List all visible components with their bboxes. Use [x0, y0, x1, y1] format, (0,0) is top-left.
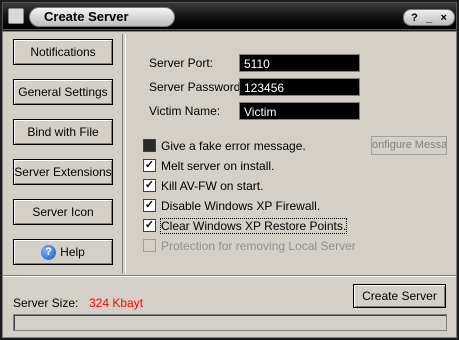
server-size-label: Server Size: — [13, 296, 79, 310]
general-settings-button[interactable]: General Settings — [13, 79, 113, 105]
help-button[interactable]: ? Help — [13, 239, 113, 265]
window-title: Create Server — [29, 7, 175, 27]
clear-restore-option[interactable]: ✓ Clear Windows XP Restore Points. — [143, 217, 348, 234]
disable-firewall-option[interactable]: ✓ Disable Windows XP Firewall. — [143, 198, 320, 213]
kill-avfw-option[interactable]: ✓ Kill AV-FW on start. — [143, 178, 263, 193]
title-bar[interactable]: Create Server ? _ × — [2, 2, 457, 30]
minimize-icon[interactable]: _ — [426, 12, 432, 24]
server-password-input[interactable]: 123456 — [239, 78, 360, 96]
help-caption-icon[interactable]: ? — [411, 12, 418, 24]
fake-error-checkbox[interactable] — [143, 139, 156, 152]
server-icon-button[interactable]: Server Icon — [13, 199, 113, 225]
protection-label: Protection for removing Local Server — [161, 238, 356, 253]
protection-checkbox — [143, 239, 156, 252]
server-extensions-button[interactable]: Server Extensions — [13, 159, 113, 185]
create-server-button[interactable]: Create Server — [353, 284, 446, 308]
melt-server-label: Melt server on install. — [161, 158, 275, 173]
clear-restore-label: Clear Windows XP Restore Points. — [159, 217, 348, 234]
build-progress-bar — [13, 314, 447, 331]
protection-option: Protection for removing Local Server — [143, 238, 356, 253]
fake-error-option[interactable]: Give a fake error message. — [143, 138, 306, 153]
help-label: Help — [60, 245, 85, 259]
kill-avfw-label: Kill AV-FW on start. — [161, 178, 264, 193]
server-password-label: Server Password: — [149, 80, 244, 94]
server-size-value: 324 Kbayt — [89, 296, 144, 310]
notifications-button[interactable]: Notifications — [13, 39, 113, 65]
fake-error-label: Give a fake error message. — [161, 138, 306, 153]
client-area: Notifications General Settings Bind with… — [2, 31, 457, 338]
disable-firewall-checkbox[interactable]: ✓ — [143, 199, 156, 212]
sidebar: Notifications General Settings Bind with… — [3, 32, 123, 274]
melt-server-checkbox[interactable]: ✓ — [143, 159, 156, 172]
create-server-window: Create Server ? _ × Notifications Genera… — [0, 0, 459, 340]
footer-divider — [3, 275, 456, 277]
close-icon[interactable]: × — [440, 12, 446, 24]
clear-restore-checkbox[interactable]: ✓ — [143, 219, 156, 232]
window-controls: ? _ × — [403, 9, 455, 26]
panel-splitter[interactable] — [122, 34, 126, 274]
melt-server-option[interactable]: ✓ Melt server on install. — [143, 158, 274, 173]
configure-message-button[interactable]: onfigure Messag — [371, 136, 447, 155]
victim-name-input[interactable]: Victim — [239, 102, 360, 120]
disable-firewall-label: Disable Windows XP Firewall. — [161, 198, 321, 213]
victim-name-label: Victim Name: — [149, 104, 221, 118]
server-port-label: Server Port: — [149, 56, 214, 70]
app-icon — [8, 8, 24, 24]
bind-with-file-button[interactable]: Bind with File — [13, 119, 113, 145]
help-icon: ? — [41, 245, 57, 261]
server-port-input[interactable]: 5110 — [239, 54, 360, 72]
kill-avfw-checkbox[interactable]: ✓ — [143, 179, 156, 192]
